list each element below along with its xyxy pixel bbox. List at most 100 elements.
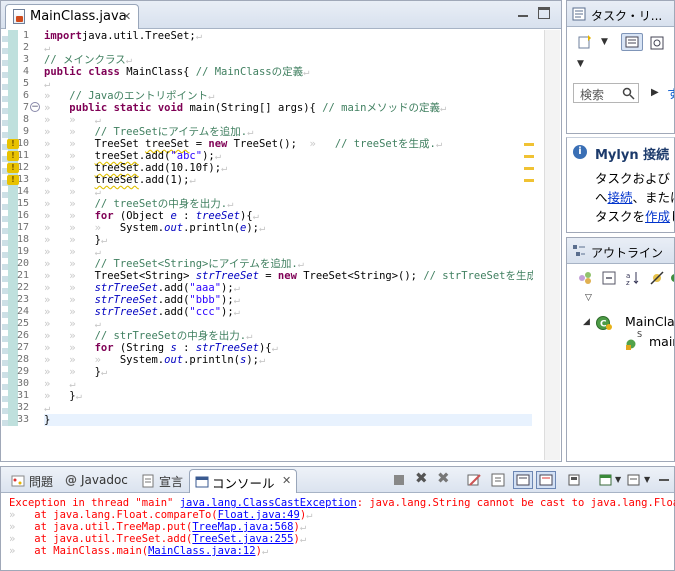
next-arrow-icon[interactable]: ▶ bbox=[651, 87, 659, 98]
warning-icon[interactable]: ! bbox=[7, 139, 19, 149]
sort-icon[interactable]: az bbox=[625, 270, 641, 286]
code-line[interactable]: » » strTreeSet.add("ccc");↵ bbox=[44, 306, 240, 318]
code-line[interactable]: » » }↵ bbox=[44, 234, 107, 246]
warning-icon[interactable]: ! bbox=[7, 151, 19, 161]
hide-nonpublic-icon[interactable] bbox=[669, 270, 675, 286]
code-line[interactable]: » » treeSet.add(1);↵ bbox=[44, 174, 196, 186]
show-on-stdout-toggle[interactable] bbox=[513, 471, 533, 489]
tab-console[interactable]: コンソール ✕ bbox=[189, 469, 297, 493]
code-line[interactable]: » // Javaのエントリポイント↵ bbox=[44, 90, 214, 102]
code-token: ); bbox=[221, 306, 234, 318]
code-line[interactable]: » » }↵ bbox=[44, 366, 107, 378]
code-line[interactable]: » » ↵ bbox=[44, 318, 101, 330]
code-line[interactable]: } bbox=[44, 414, 50, 426]
code-line[interactable]: » » ↵ bbox=[44, 114, 101, 126]
code-line[interactable]: » » // TreeSet<String>にアイテムを追加.↵ bbox=[44, 258, 304, 270]
vertical-scrollbar[interactable] bbox=[544, 30, 560, 460]
tab-problems[interactable]: 問題 bbox=[29, 473, 53, 490]
line-number: 8 bbox=[22, 114, 29, 125]
stacktrace-link[interactable]: TreeSet.java:255 bbox=[192, 533, 293, 545]
editor-tab-mainclass[interactable]: MainClass.java ✕ bbox=[5, 4, 139, 29]
categorized-toggle[interactable] bbox=[621, 33, 643, 51]
tab-declaration[interactable]: 宣言 bbox=[159, 473, 183, 490]
code-line[interactable]: » » for (String s : strTreeSet){↵ bbox=[44, 342, 278, 354]
code-text-area[interactable]: importjava.util.TreeSet;↵ ↵// メインクラス↵ publ… bbox=[44, 30, 533, 460]
terminate-icon[interactable] bbox=[394, 475, 404, 485]
stacktrace-link[interactable]: MainClass.java:12 bbox=[148, 545, 255, 557]
code-line[interactable]: ↵ bbox=[44, 78, 50, 90]
chevron-down-icon[interactable]: ▼ bbox=[601, 37, 608, 47]
new-task-icon[interactable] bbox=[577, 34, 593, 50]
fold-collapse-icon[interactable]: − bbox=[30, 102, 40, 112]
code-line[interactable]: public class MainClass{ // MainClassの定義↵ bbox=[44, 66, 309, 78]
show-on-stderr-toggle[interactable] bbox=[536, 471, 556, 489]
code-line[interactable]: » }↵ bbox=[44, 390, 82, 402]
code-line[interactable]: » » treeSet.add(10.10f);↵ bbox=[44, 162, 227, 174]
code-line[interactable]: » » // TreeSetにアイテムを追加.↵ bbox=[44, 126, 253, 138]
code-line[interactable]: ↵ bbox=[44, 402, 50, 414]
tree-expand-toggle[interactable]: ◢ bbox=[583, 317, 590, 327]
close-icon[interactable]: ✕ bbox=[282, 474, 291, 487]
remove-all-terminated-icon[interactable]: ✖ bbox=[437, 469, 450, 487]
minimize-icon[interactable] bbox=[659, 479, 669, 481]
scheduled-icon[interactable] bbox=[649, 35, 665, 51]
warning-icon[interactable]: ! bbox=[7, 163, 19, 173]
code-line[interactable]: » » strTreeSet.add("aaa");↵ bbox=[44, 282, 240, 294]
task-search-input[interactable]: 検索 bbox=[573, 83, 639, 103]
hide-static-icon[interactable] bbox=[649, 270, 665, 286]
remove-launch-icon[interactable]: ✖ bbox=[415, 469, 428, 487]
chevron-down-icon[interactable]: ▼ bbox=[577, 59, 584, 69]
code-line[interactable]: » » strTreeSet.add("bbb");↵ bbox=[44, 294, 240, 306]
tab-javadoc[interactable]: Javadoc bbox=[81, 473, 128, 487]
stacktrace-link[interactable]: Float.java:49 bbox=[218, 509, 300, 521]
mylyn-connect-link[interactable]: 接続 bbox=[608, 190, 633, 205]
mylyn-line3-prefix: タスクを bbox=[595, 209, 646, 224]
code-line[interactable]: » » for (Object e : treeSet){↵ bbox=[44, 210, 259, 222]
clear-console-icon[interactable] bbox=[467, 473, 481, 487]
outline-item-main[interactable]: main bbox=[649, 334, 674, 349]
stacktrace-link[interactable]: TreeMap.java:568 bbox=[192, 521, 293, 533]
code-line[interactable]: » ↵ bbox=[44, 378, 76, 390]
code-line[interactable]: » » // strTreeSetの中身を出力.↵ bbox=[44, 330, 252, 342]
editor-pane: MainClass.java ✕ 1 2 3 4 5 6 7 8 9 10 11 12 13 14 15 16… bbox=[0, 0, 562, 462]
overview-ruler[interactable] bbox=[521, 30, 537, 460]
close-icon[interactable]: ✕ bbox=[122, 10, 131, 23]
outline-tab[interactable]: アウトライン bbox=[567, 238, 674, 264]
chevron-down-icon[interactable]: ▽ bbox=[585, 293, 592, 303]
code-line[interactable]: » » // treeSetの中身を出力.↵ bbox=[44, 198, 233, 210]
warning-ruler-mark[interactable] bbox=[524, 167, 534, 170]
hide-fields-icon[interactable] bbox=[577, 270, 593, 286]
outline-item-class[interactable]: MainClas bbox=[625, 314, 674, 329]
warning-icon[interactable]: ! bbox=[7, 175, 19, 185]
chevron-down-icon[interactable]: ▼ bbox=[644, 475, 650, 484]
task-next-link[interactable]: す bbox=[667, 85, 674, 102]
warning-ruler-mark[interactable] bbox=[524, 143, 534, 146]
code-line[interactable]: // メインクラス↵ bbox=[44, 54, 132, 66]
pin-console-icon[interactable] bbox=[567, 473, 581, 487]
task-list-tab[interactable]: タスク・リ... bbox=[567, 1, 674, 27]
code-line[interactable]: » » » System.out.println(e);↵ bbox=[44, 222, 265, 234]
chevron-down-icon[interactable]: ▼ bbox=[615, 475, 621, 484]
code-line[interactable]: » » TreeSet<String> strTreeSet = new Tre… bbox=[44, 270, 533, 282]
code-line[interactable]: » » ↵ bbox=[44, 186, 101, 198]
code-line[interactable]: importjava.util.TreeSet;↵ bbox=[44, 30, 202, 42]
code-line[interactable]: » » treeSet.add("abc");↵ bbox=[44, 150, 221, 162]
open-console-icon[interactable] bbox=[627, 473, 641, 487]
display-console-icon[interactable] bbox=[599, 473, 613, 487]
scroll-lock-icon[interactable] bbox=[491, 473, 505, 487]
code-line[interactable]: » » TreeSet treeSet = new TreeSet(); » /… bbox=[44, 138, 442, 150]
code-line[interactable]: » » ↵ bbox=[44, 246, 101, 258]
stacktrace-link[interactable]: java.lang.ClassCastException bbox=[180, 497, 357, 509]
mylyn-create-link[interactable]: 作成 bbox=[645, 209, 670, 224]
console-output[interactable]: Exception in thread "main" java.lang.Cla… bbox=[9, 497, 675, 557]
minimize-icon[interactable] bbox=[517, 7, 529, 19]
warning-ruler-mark[interactable] bbox=[524, 179, 534, 182]
code-token: } bbox=[44, 414, 51, 426]
warning-ruler-mark[interactable] bbox=[524, 155, 534, 158]
collapse-all-icon[interactable] bbox=[601, 270, 617, 286]
code-line[interactable]: ↵ bbox=[44, 42, 50, 54]
maximize-icon[interactable] bbox=[538, 7, 550, 19]
code-line[interactable]: » » » System.out.println(s);↵ bbox=[44, 354, 265, 366]
code-line[interactable]: » public static void main(String[] args)… bbox=[44, 102, 446, 114]
code-token: class bbox=[88, 66, 120, 78]
